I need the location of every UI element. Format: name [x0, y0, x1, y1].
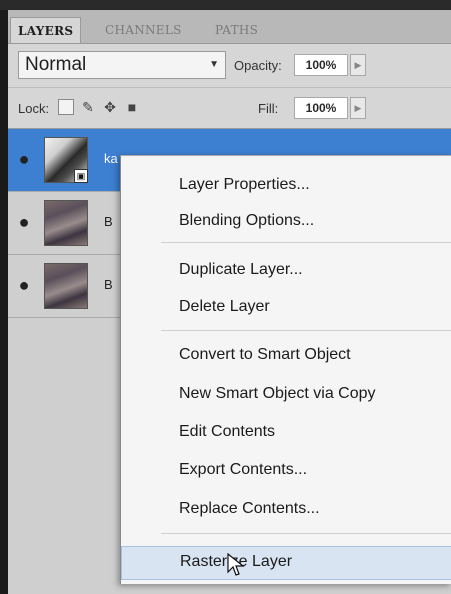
panel-tabs: LAYERS CHANNELS PATHS	[8, 10, 451, 44]
lock-icon[interactable]: ■	[124, 99, 140, 115]
smart-object-icon: ▣	[74, 169, 88, 183]
menu-item-label: New Smart Object via Copy	[179, 385, 376, 402]
tab-paths[interactable]: PATHS	[208, 17, 265, 43]
opacity-input[interactable]: 100%	[294, 54, 348, 76]
eye-icon[interactable]: ●	[12, 147, 36, 171]
mouse-cursor-icon	[227, 553, 245, 576]
brush-icon[interactable]: ✎	[80, 99, 96, 115]
menu-item-label: Export Contents...	[179, 461, 308, 478]
eye-icon[interactable]: ●	[12, 210, 36, 234]
menu-item-label: Layer Properties...	[179, 176, 310, 193]
menu-item-label: Duplicate Layer...	[179, 261, 303, 278]
chevron-down-icon: ▼	[209, 59, 219, 70]
menu-item-label: Replace Contents...	[179, 500, 320, 517]
lock-label: Lock:	[18, 101, 50, 116]
menu-item-label: Blending Options...	[179, 212, 315, 229]
blend-mode-value: Normal	[25, 54, 87, 75]
menu-separator	[161, 533, 451, 534]
layer-name[interactable]: B	[104, 214, 113, 229]
fill-label: Fill:	[258, 101, 279, 116]
menu-separator	[161, 330, 451, 331]
fill-input[interactable]: 100%	[294, 97, 348, 119]
blend-options-row: Normal ▼ Opacity: 100% ▶	[8, 44, 451, 86]
move-icon[interactable]: ✥	[102, 99, 118, 115]
layer-name[interactable]: B	[104, 277, 113, 292]
blend-mode-select[interactable]: Normal ▼	[18, 51, 226, 79]
menu-item-label: Convert to Smart Object	[179, 346, 351, 363]
layer-context-menu: Layer Properties... Blending Options... …	[120, 155, 451, 584]
menu-item-rasterize-layer[interactable]: Rasterize Layer	[121, 546, 451, 580]
menu-item-export-contents[interactable]: Export Contents...	[121, 455, 451, 485]
menu-item-delete-layer[interactable]: Delete Layer	[121, 292, 451, 322]
menu-item-label: Delete Layer	[179, 298, 270, 315]
eye-icon[interactable]: ●	[12, 273, 36, 297]
menu-separator	[161, 242, 451, 243]
layer-name[interactable]: ka	[104, 151, 118, 166]
layer-thumbnail	[44, 263, 88, 309]
menu-item-convert-to-smart-object[interactable]: Convert to Smart Object	[121, 340, 451, 370]
window-top-edge	[0, 0, 451, 10]
menu-item-replace-contents[interactable]: Replace Contents...	[121, 494, 451, 524]
menu-item-layer-properties[interactable]: Layer Properties...	[121, 170, 451, 200]
menu-item-new-smart-object-via-copy[interactable]: New Smart Object via Copy	[121, 379, 451, 409]
layer-thumbnail	[44, 200, 88, 246]
tab-layers[interactable]: LAYERS	[10, 17, 82, 43]
tab-channels[interactable]: CHANNELS	[98, 17, 189, 43]
menu-item-blending-options[interactable]: Blending Options...	[121, 206, 451, 236]
lock-row: Lock: ✎ ✥ ■ Fill: 100% ▶	[8, 87, 451, 128]
menu-item-duplicate-layer[interactable]: Duplicate Layer...	[121, 255, 451, 285]
opacity-slider-toggle[interactable]: ▶	[350, 54, 366, 76]
lock-transparent-icon[interactable]	[58, 99, 74, 115]
fill-slider-toggle[interactable]: ▶	[350, 97, 366, 119]
layer-thumbnail: ▣	[44, 137, 88, 183]
menu-item-label: Edit Contents	[179, 423, 276, 440]
opacity-label: Opacity:	[234, 58, 282, 73]
menu-item-edit-contents[interactable]: Edit Contents	[121, 417, 451, 447]
